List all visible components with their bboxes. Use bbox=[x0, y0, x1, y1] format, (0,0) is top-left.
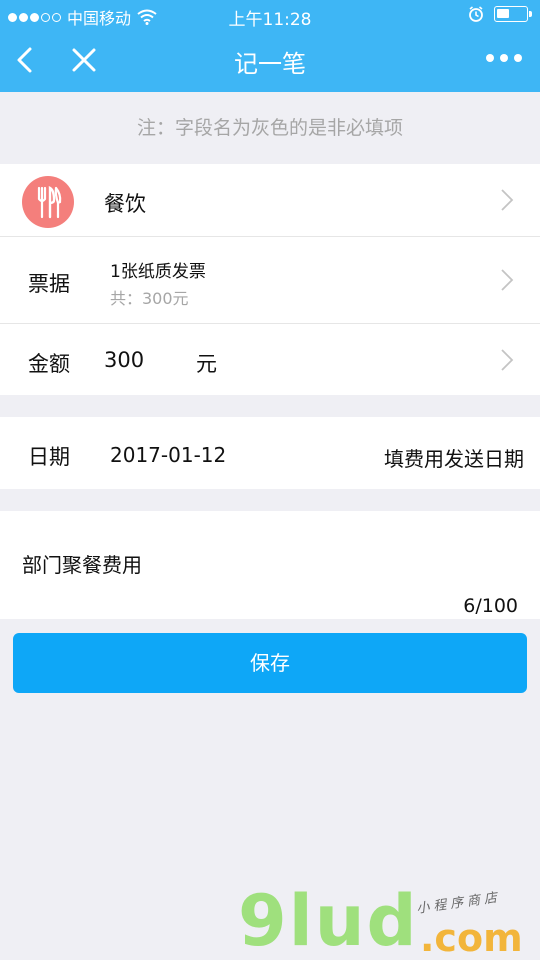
amount-value[interactable]: 300 bbox=[104, 348, 144, 372]
invoice-total: 共：300元 bbox=[110, 289, 189, 308]
category-row[interactable]: 餐饮 bbox=[0, 164, 540, 236]
invoice-row[interactable]: 票据 1张纸质发票 共：300元 bbox=[0, 237, 540, 323]
watermark-logo: 9lud 小程序商店 .com bbox=[238, 880, 538, 960]
watermark-domain: .com bbox=[420, 916, 523, 960]
category-label: 餐饮 bbox=[104, 192, 146, 216]
chevron-right-icon bbox=[501, 189, 514, 211]
amount-row[interactable]: 金额 300 元 bbox=[0, 324, 540, 395]
battery-level bbox=[497, 9, 509, 18]
date-label: 日期 bbox=[28, 445, 70, 469]
required-field-note: 注：字段名为灰色的是非必填项 bbox=[136, 117, 403, 139]
alarm-icon bbox=[469, 6, 483, 22]
status-bar: 中国移动 上午11:28 bbox=[0, 0, 540, 30]
nav-bar: 记一笔 bbox=[0, 30, 540, 92]
amount-label: 金额 bbox=[28, 352, 70, 376]
chevron-right-icon bbox=[501, 349, 514, 371]
invoice-count: 1张纸质发票 bbox=[110, 262, 206, 282]
date-value[interactable]: 2017-01-12 bbox=[110, 443, 226, 467]
remark-text[interactable]: 部门聚餐费用 bbox=[22, 549, 142, 578]
date-hint: 填费用发送日期 bbox=[384, 447, 524, 471]
battery-icon bbox=[494, 6, 532, 22]
fork-knife-icon bbox=[22, 176, 74, 228]
page-title: 记一笔 bbox=[234, 50, 306, 78]
more-dots-icon[interactable] bbox=[486, 54, 522, 62]
expense-detail-card: 餐饮 票据 1张纸质发票 共：300元 金额 300 元 bbox=[0, 164, 540, 395]
chevron-right-icon bbox=[501, 269, 514, 291]
watermark-tagline: 小程序商店 bbox=[415, 890, 502, 917]
status-time: 上午11:28 bbox=[228, 10, 312, 30]
watermark-brand: 9lud bbox=[238, 880, 419, 960]
remark-counter: 6/100 bbox=[463, 595, 518, 617]
status-right bbox=[468, 6, 532, 22]
date-card[interactable]: 日期 2017-01-12 填费用发送日期 bbox=[0, 417, 540, 489]
remark-card[interactable]: 部门聚餐费用 6/100 bbox=[0, 511, 540, 619]
invoice-label: 票据 bbox=[28, 272, 70, 296]
amount-unit: 元 bbox=[196, 352, 217, 376]
save-button[interactable]: 保存 bbox=[13, 633, 527, 693]
